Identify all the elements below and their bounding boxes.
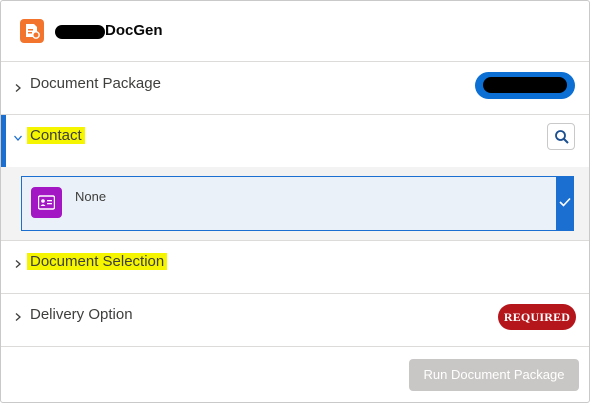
chevron-right-icon [15,260,21,268]
redacted-block [55,25,105,39]
section-label: Document Selection [27,253,168,270]
search-icon [555,130,569,144]
run-document-package-button[interactable]: Run Document Package [409,359,579,391]
section-contact[interactable]: Contact [1,115,589,168]
section-label: Delivery Option [30,306,133,323]
section-label: Document Package [30,75,161,92]
page-title: DocGen [105,22,163,39]
chevron-right-icon [15,84,21,92]
selected-indicator [556,176,574,231]
chevron-down-icon [14,135,22,141]
panel-header: DocGen [1,1,589,62]
contact-search-button[interactable] [547,123,575,150]
checkmark-icon [559,197,571,207]
section-label: Contact [27,127,85,144]
contact-option-none[interactable]: None [21,176,574,231]
option-label: None [75,189,107,204]
document-gear-icon [20,19,44,43]
chevron-right-icon [15,313,21,321]
active-indicator [1,115,6,167]
contact-card-icon [31,187,62,218]
docgen-panel: DocGen Document Package Contact None Doc… [0,0,590,403]
required-badge: REQUIRED [498,304,576,330]
redacted-pill [475,72,575,99]
section-document-selection[interactable]: Document Selection [1,241,589,294]
